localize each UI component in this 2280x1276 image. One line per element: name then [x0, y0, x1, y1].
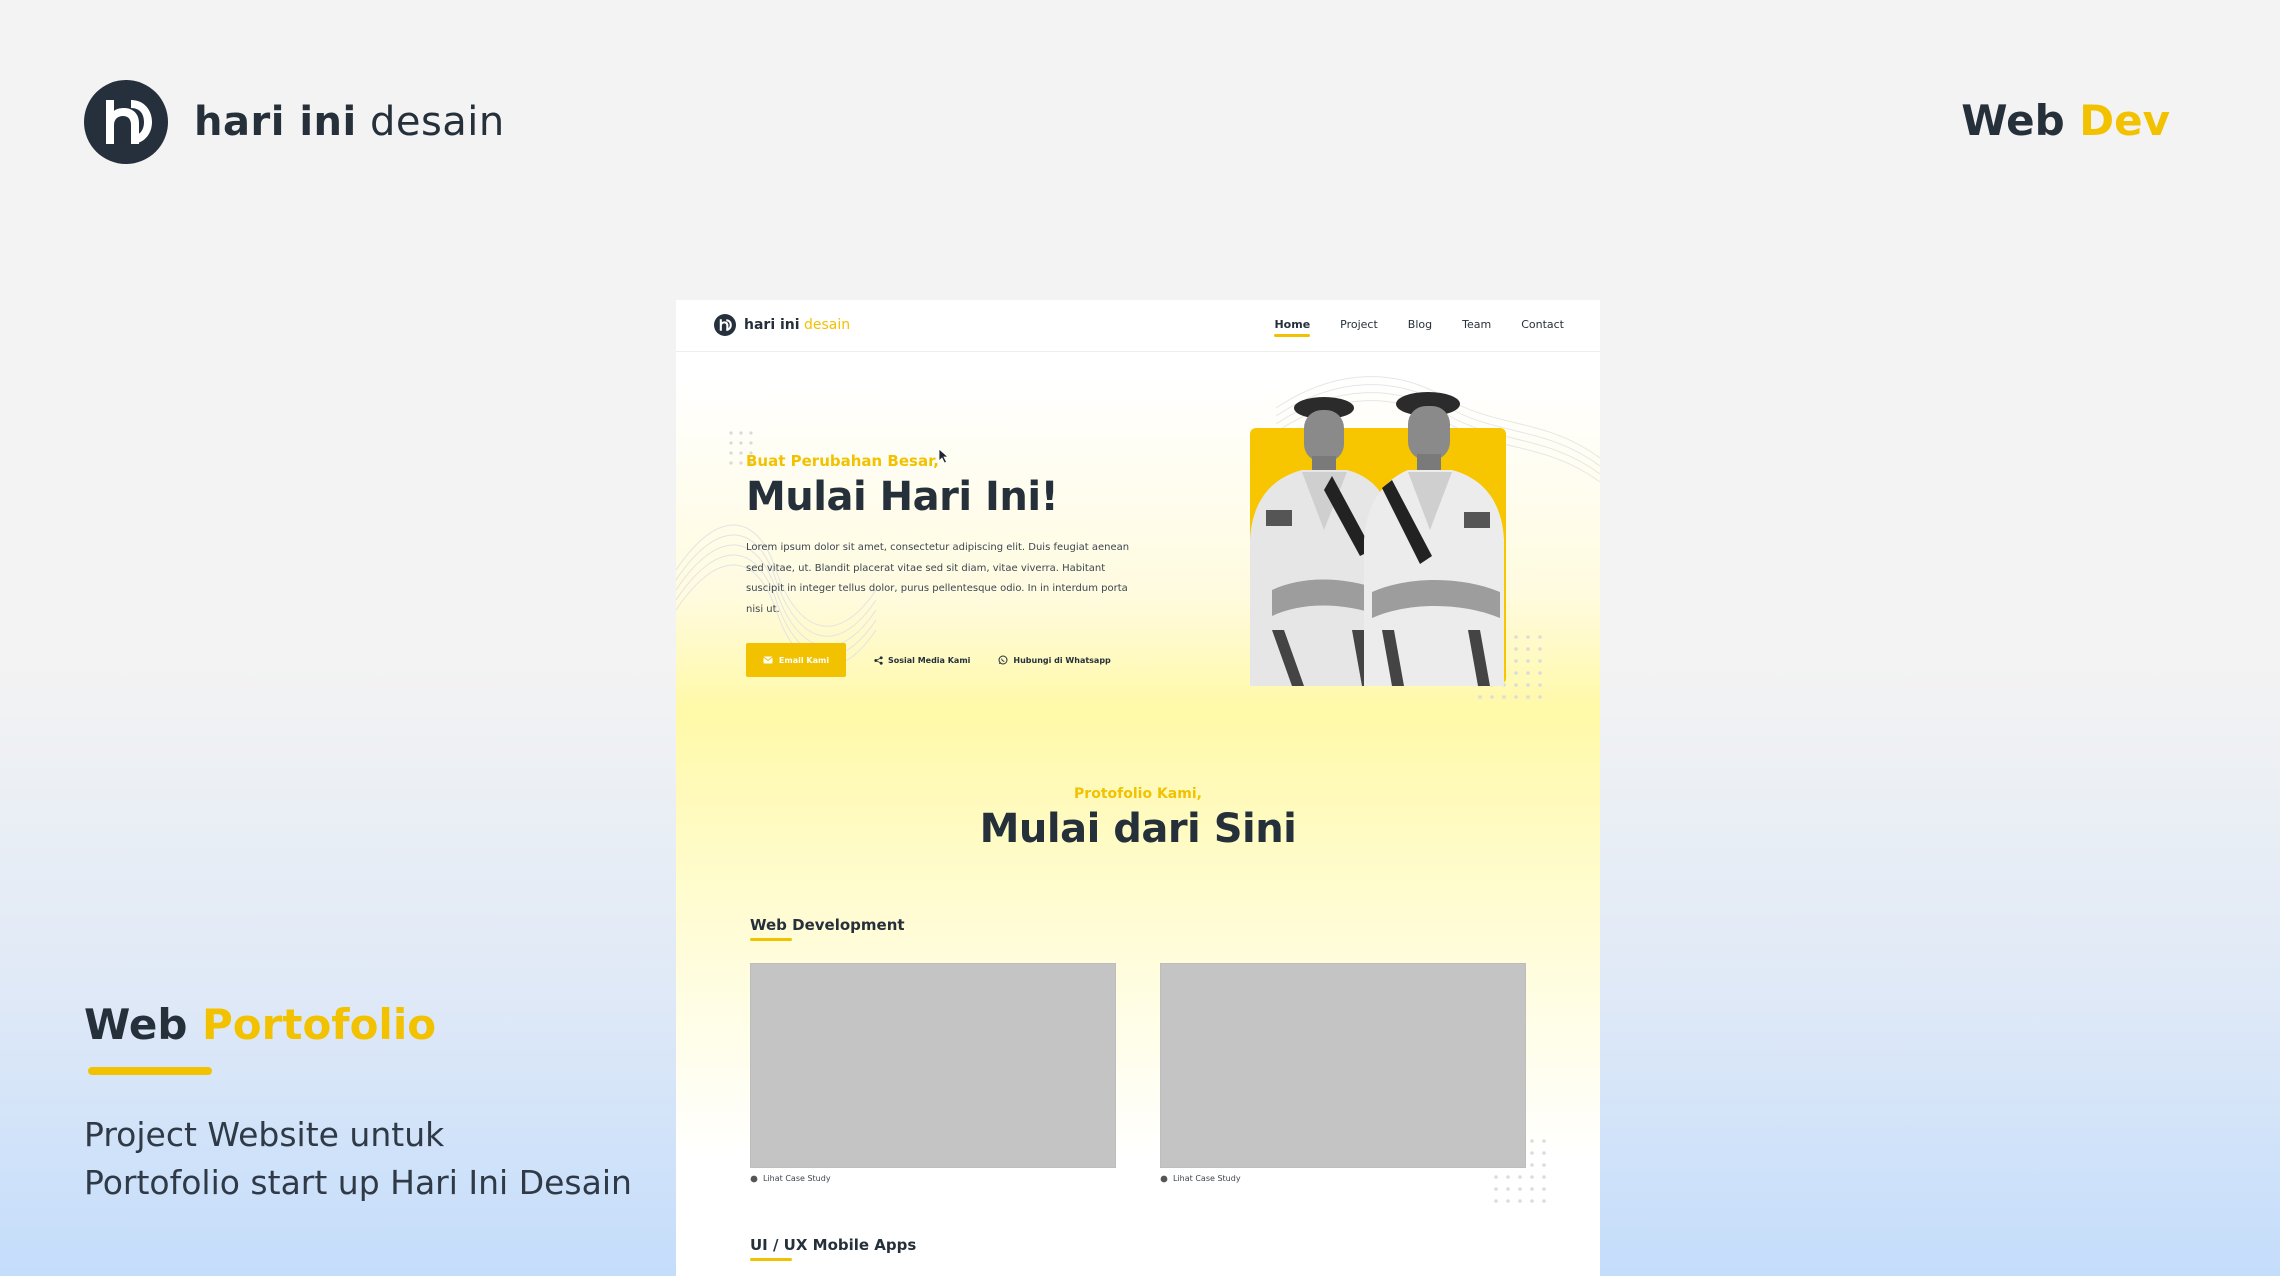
brand-header: hari ini desain	[84, 80, 505, 164]
brand-name-light: desain	[369, 99, 505, 145]
mockup-logo[interactable]: hari ini desain	[714, 314, 850, 336]
logo-text-light: desain	[804, 317, 851, 333]
tag-part1: Web	[1961, 96, 2065, 145]
nav-links: Home Project Blog Team Contact	[1274, 318, 1564, 337]
whatsapp-icon	[998, 655, 1008, 665]
nav-team[interactable]: Team	[1462, 318, 1491, 331]
portfolio-title: Mulai dari Sini	[979, 806, 1297, 852]
category-underline	[750, 938, 792, 941]
link-icon	[750, 1175, 758, 1182]
website-mockup: hari ini desain Home Project Blog Team C…	[676, 300, 1600, 1276]
description-line-1: Project Website untuk	[84, 1115, 445, 1154]
project-description: Project Website untuk Portofolio start u…	[84, 1111, 684, 1207]
hero-title: Mulai Hari Ini!	[746, 474, 1059, 520]
nav-blog[interactable]: Blog	[1408, 318, 1432, 331]
mail-icon	[763, 656, 773, 664]
share-icon	[874, 655, 883, 665]
brand-name-bold: hari ini	[194, 99, 357, 145]
mouse-cursor-icon	[938, 448, 950, 464]
link-icon	[1160, 1175, 1168, 1182]
hd-logo-icon	[84, 80, 168, 164]
project-title: Web Portofolio	[84, 1000, 684, 1049]
case-study-label: Lihat Case Study	[763, 1174, 831, 1183]
project-title-part2: Portofolio	[202, 1000, 437, 1049]
whatsapp-link[interactable]: Hubungi di Whatsapp	[998, 655, 1111, 665]
brand-name: hari ini desain	[194, 99, 505, 145]
mockup-navbar: hari ini desain Home Project Blog Team C…	[676, 300, 1600, 352]
tag-part2: Dev	[2079, 96, 2170, 145]
category-tag: Web Dev	[1961, 96, 2170, 145]
category-web-development: Web Development	[750, 916, 905, 934]
case-study-link[interactable]: Lihat Case Study	[750, 1174, 831, 1183]
hero-kicker: Buat Perubahan Besar,	[746, 452, 939, 470]
category-underline	[750, 1258, 792, 1261]
social-media-link[interactable]: Sosial Media Kami	[874, 656, 970, 665]
email-button[interactable]: Email Kami	[746, 643, 846, 677]
category-ui-ux-mobile: UI / UX Mobile Apps	[750, 1236, 917, 1254]
logo-text-bold: hari ini	[744, 317, 800, 333]
case-study-label: Lihat Case Study	[1173, 1174, 1241, 1183]
portfolio-card[interactable]	[1160, 963, 1526, 1168]
project-info: Web Portofolio Project Website untuk Por…	[84, 1000, 684, 1207]
mockup-logo-text: hari ini desain	[744, 317, 850, 333]
project-title-part1: Web	[84, 1000, 188, 1049]
portfolio-kicker: Protofolio Kami,	[1074, 786, 1202, 802]
hero-description: Lorem ipsum dolor sit amet, consectetur …	[746, 542, 1130, 615]
whatsapp-label: Hubungi di Whatsapp	[1013, 655, 1111, 665]
hero-photo-two-students	[1250, 392, 1504, 686]
nav-project[interactable]: Project	[1340, 318, 1378, 331]
case-study-link[interactable]: Lihat Case Study	[1160, 1174, 1241, 1183]
description-line-2: Portofolio start up Hari Ini Desain	[84, 1163, 632, 1202]
hd-logo-icon	[714, 314, 736, 336]
nav-home[interactable]: Home	[1274, 318, 1310, 337]
hero-cta-row: Email Kami Sosial Media Kami Hubungi di …	[746, 643, 1111, 677]
social-media-label: Sosial Media Kami	[888, 655, 971, 665]
portfolio-card[interactable]	[750, 963, 1116, 1168]
title-underline	[88, 1067, 212, 1075]
nav-contact[interactable]: Contact	[1521, 318, 1564, 331]
email-button-label: Email Kami	[778, 655, 830, 665]
